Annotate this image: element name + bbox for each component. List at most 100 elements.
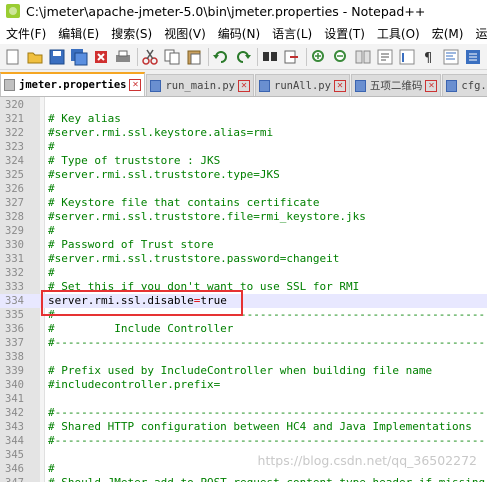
cut-icon[interactable] — [141, 48, 159, 66]
code-line[interactable]: 336 # Include Controller — [0, 322, 487, 336]
file-icon — [354, 79, 366, 92]
tab-cfg[interactable]: cfg. — [442, 74, 487, 96]
line-content: # Keystore file that contains certificat… — [48, 196, 320, 209]
new-file-icon[interactable] — [4, 48, 22, 66]
annotation-highlight-box — [41, 290, 243, 316]
close-tab-icon[interactable]: ✕ — [425, 79, 438, 92]
line-number: 346 — [5, 463, 24, 475]
find-icon[interactable] — [261, 48, 279, 66]
line-content: # Password of Trust store — [48, 238, 214, 251]
open-file-icon[interactable] — [26, 48, 44, 66]
copy-icon[interactable] — [163, 48, 181, 66]
tab-label: run_main.py — [165, 79, 236, 92]
code-line[interactable]: 326 # — [0, 182, 487, 196]
line-number: 322 — [5, 127, 24, 139]
close-file-icon[interactable] — [92, 48, 110, 66]
code-line[interactable]: 340 #includecontroller.prefix= — [0, 378, 487, 392]
menu-search[interactable]: 搜索(S) — [105, 25, 158, 42]
undo-icon[interactable] — [212, 48, 230, 66]
toolbar-separator — [208, 47, 209, 66]
line-number: 321 — [5, 113, 24, 125]
show-all-chars-icon[interactable]: ¶ — [420, 48, 438, 66]
line-number: 320 — [5, 99, 24, 111]
code-line[interactable]: 325 #server.rmi.ssl.truststore.type=JKS — [0, 168, 487, 182]
line-content: # Include Controller — [48, 322, 234, 335]
document-map-icon[interactable] — [442, 48, 460, 66]
line-number: 324 — [5, 155, 24, 167]
menu-view[interactable]: 视图(V) — [158, 25, 212, 42]
code-line[interactable]: 320 — [0, 98, 487, 112]
toolbar-separator — [137, 47, 138, 66]
menu-encoding[interactable]: 编码(N) — [212, 25, 266, 42]
code-line[interactable]: 332 # — [0, 266, 487, 280]
menu-settings[interactable]: 设置(T) — [318, 25, 371, 42]
code-line[interactable]: 331 #server.rmi.ssl.truststore.password=c… — [0, 252, 487, 266]
close-tab-icon[interactable]: ✕ — [238, 79, 251, 92]
code-line[interactable]: 324 # Type of truststore : JKS — [0, 154, 487, 168]
line-number: 332 — [5, 267, 24, 279]
indent-guide-icon[interactable] — [398, 48, 416, 66]
file-icon — [259, 79, 271, 92]
menu-macro[interactable]: 宏(M) — [426, 25, 470, 42]
line-number: 330 — [5, 239, 24, 251]
code-line[interactable]: 343 # Shared HTTP configuration between H… — [0, 420, 487, 434]
code-line[interactable]: 344 #------------------------------------… — [0, 434, 487, 448]
close-tab-icon[interactable]: ✕ — [333, 79, 346, 92]
tab-jmeter-properties[interactable]: jmeter.properties ✕ — [0, 72, 146, 96]
menu-file[interactable]: 文件(F) — [0, 25, 52, 42]
watermark: https://blog.csdn.net/qq_36502272 — [257, 453, 477, 468]
print-icon[interactable] — [114, 48, 132, 66]
code-line[interactable]: 327 # Keystore file that contains certifi… — [0, 196, 487, 210]
close-tab-icon[interactable]: ✕ — [129, 79, 142, 91]
line-number: 328 — [5, 211, 24, 223]
word-wrap-icon[interactable] — [376, 48, 394, 66]
zoom-out-icon[interactable] — [332, 48, 350, 66]
tab-label: jmeter.properties — [19, 79, 127, 91]
code-line[interactable]: 338 — [0, 350, 487, 364]
tab-run-main-py[interactable]: run_main.py ✕ — [146, 74, 255, 96]
tab-runall-py[interactable]: runAll.py ✕ — [255, 74, 350, 96]
window-title: C:\jmeter\apache-jmeter-5.0\bin\jmeter.p… — [26, 3, 426, 19]
code-line[interactable]: 322 #server.rmi.ssl.keystore.alias=rmi — [0, 126, 487, 140]
line-content: # — [48, 224, 55, 237]
line-number: 336 — [5, 323, 24, 335]
line-content: #server.rmi.ssl.truststore.file=rmi_keys… — [48, 210, 366, 223]
menu-language[interactable]: 语言(L) — [266, 25, 318, 42]
line-number: 339 — [5, 365, 24, 377]
line-number: 326 — [5, 183, 24, 195]
line-content: #server.rmi.ssl.keystore.alias=rmi — [48, 126, 274, 139]
menu-edit[interactable]: 编辑(E) — [52, 25, 105, 42]
save-all-icon[interactable] — [70, 48, 88, 66]
code-line[interactable]: 323 # — [0, 140, 487, 154]
title-bar: C:\jmeter\apache-jmeter-5.0\bin\jmeter.p… — [0, 0, 487, 22]
toolbar-separator — [306, 47, 307, 66]
line-number: 340 — [5, 379, 24, 391]
line-content: # Prefix used by IncludeController when … — [48, 364, 433, 377]
code-line[interactable]: 342 #------------------------------------… — [0, 406, 487, 420]
zoom-in-icon[interactable] — [310, 48, 328, 66]
redo-icon[interactable] — [234, 48, 252, 66]
code-line[interactable]: 347 # Should JMeter add to POST request c… — [0, 476, 487, 482]
code-line[interactable]: 321 # Key alias — [0, 112, 487, 126]
tab-qrcode[interactable]: 五项二维码 ✕ — [350, 74, 442, 96]
menu-run[interactable]: 运 — [469, 25, 487, 42]
line-content: # — [48, 462, 55, 475]
paste-icon[interactable] — [185, 48, 203, 66]
code-line[interactable]: 328 #server.rmi.ssl.truststore.file=rmi_k… — [0, 210, 487, 224]
code-line[interactable]: 337 #------------------------------------… — [0, 336, 487, 350]
code-line[interactable]: 329 # — [0, 224, 487, 238]
line-number: 344 — [5, 435, 24, 447]
file-icon — [150, 79, 162, 92]
menu-tools[interactable]: 工具(O) — [371, 25, 426, 42]
line-number: 323 — [5, 141, 24, 153]
code-line[interactable]: 339 # Prefix used by IncludeController wh… — [0, 364, 487, 378]
save-icon[interactable] — [48, 48, 66, 66]
code-line[interactable]: 330 # Password of Trust store — [0, 238, 487, 252]
line-number: 331 — [5, 253, 24, 265]
tab-label: 五项二维码 — [369, 80, 423, 92]
text-editor[interactable]: 320 321 # Key alias 322 #server.rmi.ssl.keys… — [0, 97, 487, 482]
code-line[interactable]: 341 — [0, 392, 487, 406]
sync-scroll-icon[interactable] — [354, 48, 372, 66]
replace-icon[interactable] — [283, 48, 301, 66]
function-list-icon[interactable] — [464, 48, 482, 66]
